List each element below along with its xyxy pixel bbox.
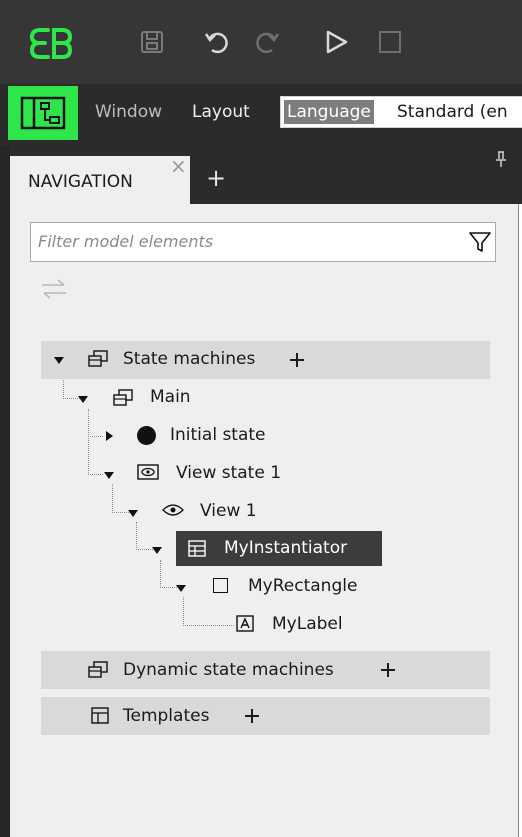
- tree-connector: [112, 484, 129, 513]
- tree-item-my-instantiator[interactable]: MyInstantiator: [176, 531, 382, 566]
- language-selector[interactable]: Language Standard (en: [280, 96, 522, 128]
- stop-icon[interactable]: [376, 28, 404, 56]
- view-state-icon: [137, 464, 159, 480]
- expand-arrow-icon[interactable]: [104, 472, 114, 479]
- tree-label-view-state-1[interactable]: View state 1: [176, 463, 281, 483]
- expand-arrow-icon[interactable]: [78, 396, 88, 403]
- initial-state-icon: [137, 426, 156, 445]
- label-icon: [236, 615, 254, 632]
- filter-input[interactable]: Filter model elements: [30, 222, 496, 262]
- state-machine-icon: [88, 661, 108, 678]
- redo-icon[interactable]: [254, 28, 282, 56]
- filter-placeholder: Filter model elements: [38, 232, 214, 251]
- tree-connector: [183, 597, 234, 626]
- filter-icon[interactable]: [469, 231, 491, 253]
- save-icon[interactable]: [138, 28, 166, 56]
- sync-selection-icon[interactable]: [38, 278, 70, 300]
- rectangle-icon: [213, 578, 228, 593]
- tree-label-initial-state[interactable]: Initial state: [170, 425, 266, 445]
- tab-navigation-label: NAVIGATION: [28, 172, 133, 192]
- expand-arrow-icon[interactable]: [54, 357, 64, 364]
- navigation-panel: [10, 204, 519, 837]
- menu-window[interactable]: Window: [95, 102, 162, 122]
- expand-arrow-icon[interactable]: [128, 510, 138, 517]
- add-state-machine-button[interactable]: [290, 353, 304, 367]
- undo-icon[interactable]: [202, 28, 230, 56]
- menu-layout[interactable]: Layout: [192, 102, 250, 122]
- tree-connector: [160, 560, 177, 588]
- add-dynamic-state-machine-button[interactable]: [381, 663, 395, 677]
- section-state-machines[interactable]: [41, 341, 490, 379]
- tree-connector: [136, 522, 153, 550]
- eye-icon: [162, 504, 184, 516]
- navigation-toggle-button[interactable]: [8, 86, 78, 140]
- add-template-button[interactable]: [245, 709, 259, 723]
- pin-icon[interactable]: [494, 150, 508, 168]
- language-label: Language: [284, 100, 374, 124]
- tree-label-main[interactable]: Main: [150, 387, 191, 407]
- tab-navigation[interactable]: NAVIGATION ×: [10, 154, 190, 204]
- tree-label-my-label[interactable]: MyLabel: [272, 614, 343, 634]
- close-tab-icon[interactable]: ×: [170, 154, 187, 178]
- language-value: Standard (en: [397, 102, 508, 122]
- app-logo-icon[interactable]: [30, 26, 72, 60]
- add-tab-button[interactable]: +: [206, 164, 226, 192]
- state-machine-icon: [88, 350, 108, 367]
- tree-view-icon: [20, 96, 66, 130]
- play-icon[interactable]: [322, 28, 350, 56]
- tree-connector: [88, 409, 103, 437]
- instantiator-icon: [188, 540, 206, 557]
- tree-label-my-rectangle[interactable]: MyRectangle: [248, 576, 357, 596]
- main-toolbar: [0, 0, 522, 84]
- tree-connector: [88, 436, 103, 475]
- expand-arrow-icon[interactable]: [176, 585, 186, 592]
- tree-label-view-1[interactable]: View 1: [200, 501, 257, 521]
- tree-label-dynamic-state-machines: Dynamic state machines: [123, 660, 334, 680]
- template-icon: [91, 707, 109, 724]
- tree-label-my-instantiator: MyInstantiator: [224, 538, 348, 558]
- collapse-arrow-icon[interactable]: [106, 431, 113, 441]
- expand-arrow-icon[interactable]: [152, 547, 162, 554]
- state-machine-icon: [113, 389, 133, 406]
- tree-label-templates: Templates: [123, 706, 210, 726]
- left-gutter: [0, 146, 10, 837]
- tree-label-state-machines: State machines: [123, 349, 256, 369]
